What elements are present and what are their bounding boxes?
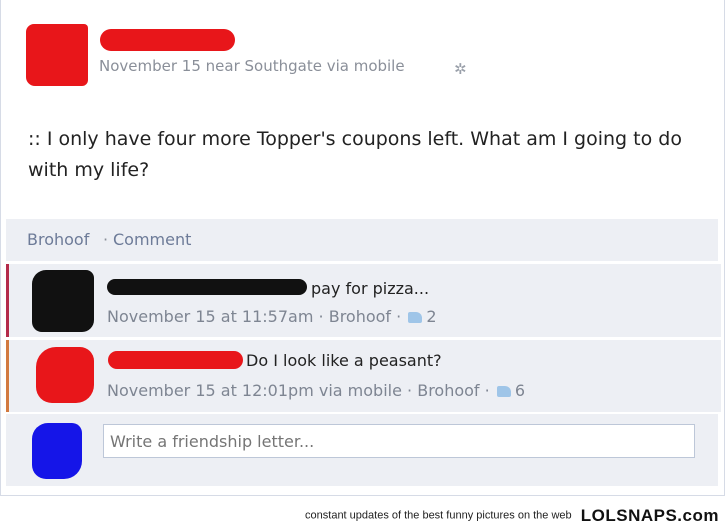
poster-name-redacted[interactable] (100, 29, 235, 51)
like-icon[interactable] (496, 386, 511, 397)
commenter-name-redacted[interactable] (108, 351, 243, 369)
brohoof-link[interactable]: Brohoof (27, 230, 89, 249)
comment-meta: November 15 at 11:57am · Brohoof · 2 (107, 307, 437, 326)
gear-icon[interactable]: ✲ (454, 60, 467, 78)
like-count[interactable]: 6 (515, 381, 525, 400)
commenter-avatar-redacted[interactable] (32, 270, 94, 332)
comment-text: pay for pizza... (311, 279, 430, 298)
comment-input[interactable] (103, 424, 695, 458)
watermark-tagline: constant updates of the best funny pictu… (305, 509, 572, 522)
viewer-avatar-redacted (32, 423, 82, 479)
commenter-name-redacted[interactable] (107, 279, 307, 295)
like-count[interactable]: 2 (426, 307, 436, 326)
status-text: :: I only have four more Topper's coupon… (28, 128, 682, 181)
comment-brohoof-link[interactable]: Brohoof (329, 307, 391, 326)
separator: · (318, 307, 324, 326)
separator: · (396, 307, 402, 326)
separator: · (407, 381, 413, 400)
poster-avatar-redacted[interactable] (26, 24, 88, 86)
watermark: constant updates of the best funny pictu… (305, 505, 719, 526)
comment-link[interactable]: Comment (113, 230, 191, 249)
comment-time[interactable]: November 15 at 11:57am (107, 307, 313, 326)
watermark-brand: LOLSNAPS.com (580, 505, 719, 525)
comment-text: Do I look like a peasant? (246, 351, 442, 370)
commenter-avatar-redacted[interactable] (36, 347, 94, 403)
comment-item (6, 264, 721, 337)
like-icon[interactable] (408, 312, 423, 323)
comment-brohoof-link[interactable]: Brohoof (417, 381, 479, 400)
action-separator: · (103, 230, 109, 249)
separator: · (484, 381, 490, 400)
comment-time[interactable]: November 15 at 12:01pm via mobile (107, 381, 402, 400)
post-meta: November 15 near Southgate via mobile (99, 57, 405, 75)
comment-meta: November 15 at 12:01pm via mobile · Broh… (107, 381, 525, 400)
